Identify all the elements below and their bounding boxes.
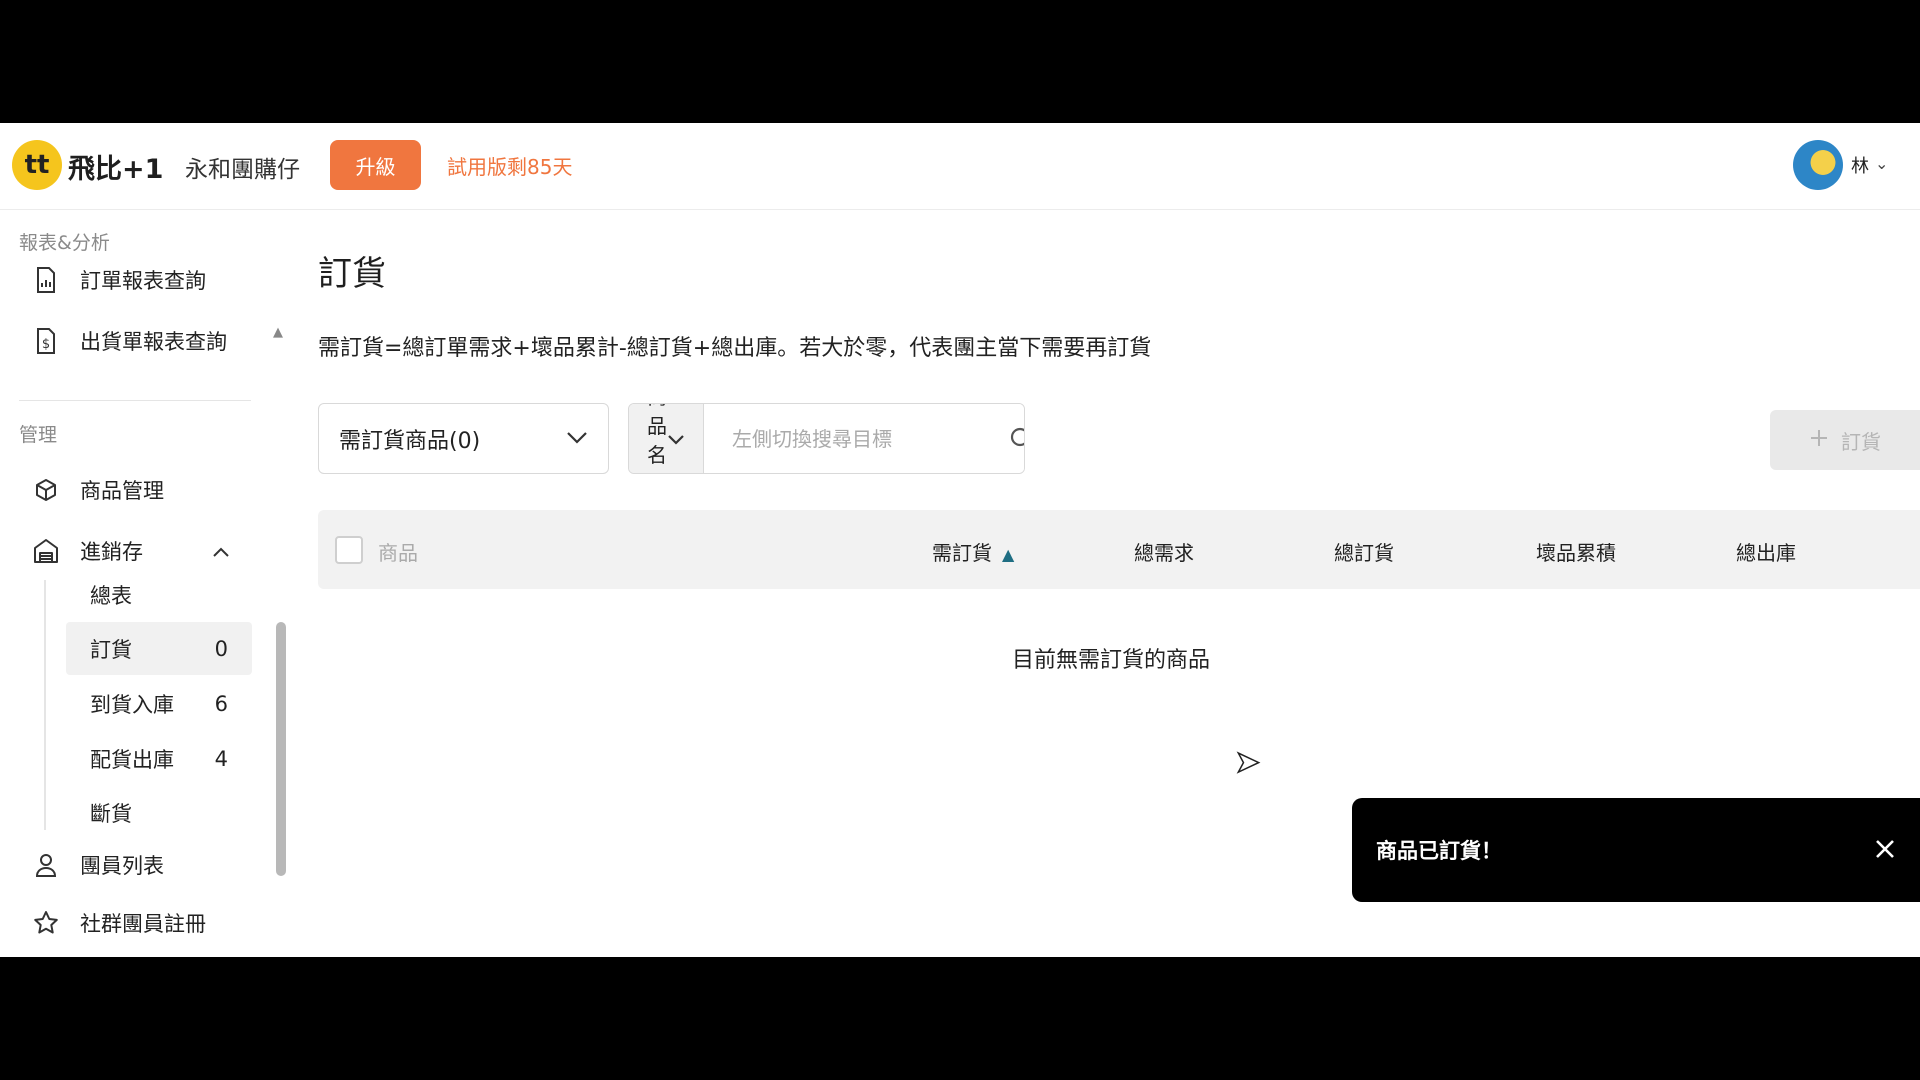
toast-message: 商品已訂貨！ (1376, 839, 1502, 863)
column-header-label: 需訂貨 (932, 541, 992, 565)
sidebar-subitem-label: 到貨入庫 (90, 692, 174, 717)
sidebar-item-community[interactable]: 社群團員註冊 (30, 905, 206, 941)
sidebar-item-members[interactable]: 團員列表 (30, 847, 164, 883)
svg-text:$: $ (42, 337, 50, 352)
page-title: 訂貨 (318, 254, 386, 294)
toast-notification: 商品已訂貨！ (1352, 798, 1920, 902)
box-icon (30, 478, 62, 502)
sidebar-item-label: 訂單報表查詢 (80, 269, 206, 293)
scroll-up-arrow-icon[interactable]: ▲ (273, 325, 283, 340)
column-header-product: 商品 (378, 541, 418, 565)
sidebar-item-label: 出貨單報表查詢 (80, 330, 227, 354)
sidebar-subitem-count: 0 (214, 636, 228, 661)
section-title-reports: 報表&分析 (19, 232, 110, 254)
sidebar-subitem-label: 配貨出庫 (90, 747, 174, 772)
mouse-cursor-icon: ➤ (1234, 744, 1261, 781)
shop-name[interactable]: 永和團購仔 (185, 150, 300, 184)
order-filter-value: 需訂貨商品(0) (339, 428, 481, 454)
sidebar-subitem-label: 斷貨 (90, 801, 132, 826)
search-target-select[interactable]: 商品名稱 (629, 404, 704, 473)
upgrade-button[interactable]: 升級 (330, 140, 421, 190)
sidebar-subitem-count: 4 (214, 746, 228, 771)
user-icon (30, 852, 62, 878)
submenu-guide-line (44, 580, 46, 830)
add-order-label: 訂貨 (1841, 429, 1881, 454)
plus-icon (1809, 428, 1829, 453)
brand-name: 飛比+1 (68, 154, 164, 185)
chevron-up-icon[interactable] (212, 539, 230, 563)
sidebar-subitem-label: 訂貨 (90, 637, 132, 662)
star-icon (30, 910, 62, 936)
sidebar-item-label: 進銷存 (80, 540, 143, 564)
sidebar-item-label: 商品管理 (80, 479, 164, 503)
trial-status: 試用版剩85天 (447, 155, 573, 179)
sidebar-item-shipment-report[interactable]: $ 出貨單報表查詢 (30, 323, 227, 359)
search-target-value: 商品名稱 (647, 404, 667, 473)
sidebar-item-order-report[interactable]: 訂單報表查詢 (30, 262, 206, 298)
order-filter-select[interactable]: 需訂貨商品(0) (318, 403, 609, 474)
sidebar: 報表&分析 訂單報表查詢 $ 出貨單報表查詢 管理 商品管理 進銷存 總表 訂貨… (0, 210, 286, 957)
chevron-down-icon (566, 426, 588, 451)
column-header-damaged[interactable]: 壞品累積 (1536, 537, 1616, 566)
chevron-down-icon[interactable]: ⌄ (1875, 154, 1888, 173)
search-group: 商品名稱 (628, 403, 1025, 474)
sidebar-subitem-summary[interactable]: 總表 (66, 568, 252, 621)
sidebar-subitem-dispatch[interactable]: 配貨出庫 4 (66, 732, 252, 785)
add-order-button[interactable]: 訂貨 (1770, 410, 1920, 470)
column-header-total-out[interactable]: 總出庫 (1736, 537, 1796, 566)
close-icon[interactable] (1874, 834, 1896, 867)
section-title-manage: 管理 (19, 424, 58, 446)
avatar[interactable] (1793, 140, 1843, 190)
sidebar-subitem-receiving[interactable]: 到貨入庫 6 (66, 677, 252, 730)
document-icon (30, 267, 62, 293)
sidebar-item-label: 社群團員註冊 (80, 912, 206, 936)
sort-ascending-icon[interactable]: ▲ (1002, 545, 1014, 564)
divider (19, 400, 251, 401)
sidebar-subitem-out-of-stock[interactable]: 斷貨 (66, 786, 252, 839)
user-name[interactable]: 林 (1851, 152, 1869, 178)
warehouse-icon (30, 538, 62, 564)
table-header: 商品 需訂貨 ▲ 總需求 總訂貨 壞品累積 總出庫 (318, 510, 1920, 589)
select-all-checkbox[interactable] (335, 536, 363, 564)
chevron-down-icon (667, 427, 685, 451)
sidebar-item-product-management[interactable]: 商品管理 (30, 472, 164, 508)
sidebar-subitem-order[interactable]: 訂貨 0 (66, 622, 252, 675)
formula-description: 需訂貨=總訂單需求+壞品累計-總訂貨+總出庫。若大於零，代表團主當下需要再訂貨 (318, 336, 1152, 361)
column-header-total-ordered[interactable]: 總訂貨 (1334, 537, 1394, 566)
column-header-need-order[interactable]: 需訂貨 ▲ (932, 537, 1014, 566)
sidebar-subitem-count: 6 (214, 691, 228, 716)
empty-state-text: 目前無需訂貨的商品 (1012, 648, 1211, 673)
sidebar-item-inventory[interactable]: 進銷存 (30, 533, 230, 569)
app-window: tt 飛比+1 永和團購仔 升級 試用版剩85天 林 ⌄ 報表&分析 訂單報表查… (0, 123, 1920, 957)
sidebar-scrollbar-thumb[interactable] (276, 622, 286, 876)
logo-icon[interactable]: tt (12, 140, 62, 190)
search-icon[interactable] (1009, 404, 1024, 473)
invoice-icon: $ (30, 328, 62, 354)
column-header-total-demand[interactable]: 總需求 (1134, 537, 1194, 566)
sidebar-item-label: 團員列表 (80, 854, 164, 878)
sidebar-subitem-label: 總表 (90, 583, 132, 608)
search-input[interactable] (704, 404, 1009, 473)
top-bar: tt 飛比+1 永和團購仔 升級 試用版剩85天 林 ⌄ (0, 123, 1920, 210)
